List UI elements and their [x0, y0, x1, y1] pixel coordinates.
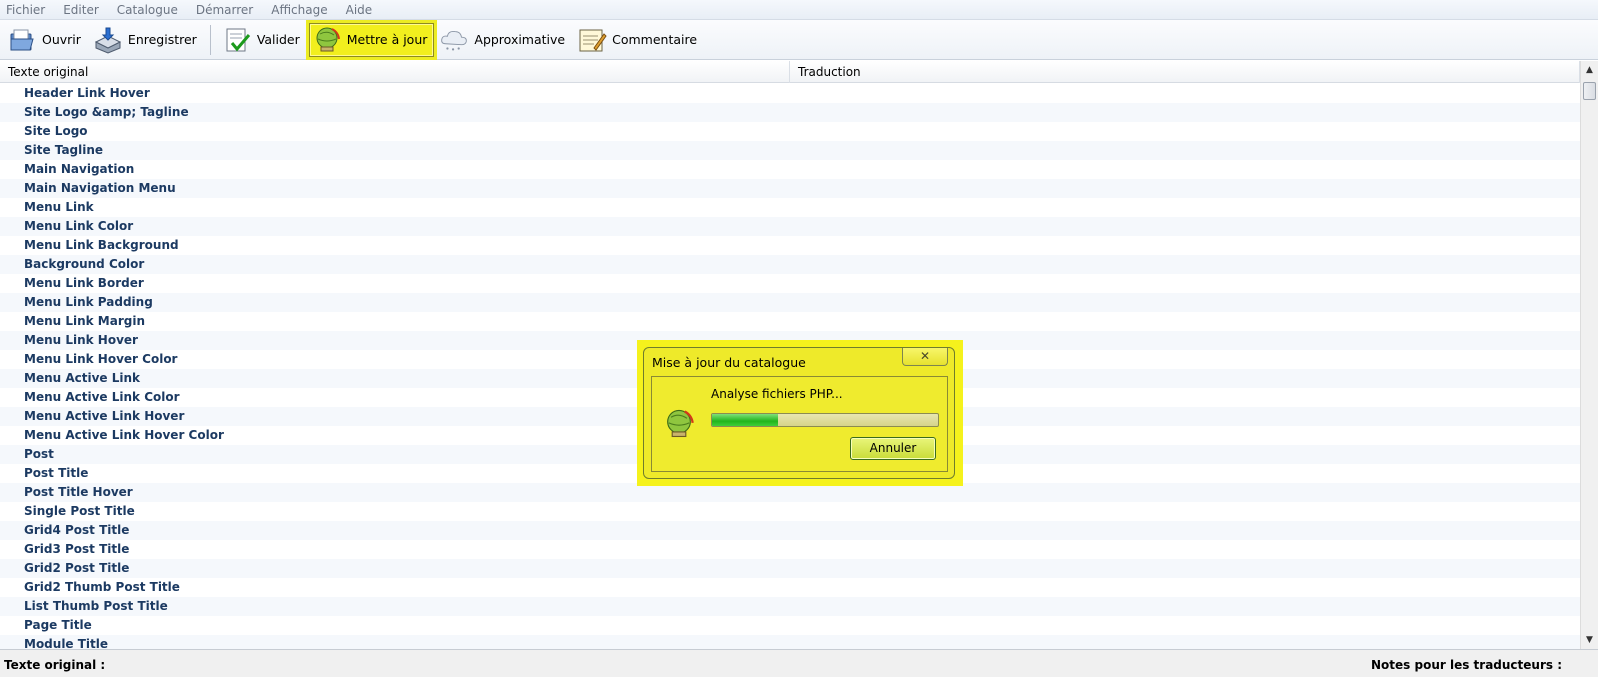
update-label: Mettre à jour [346, 32, 428, 47]
list-item[interactable]: Site Tagline [0, 141, 1580, 160]
update-catalog-dialog: Mise à jour du catalogue ✕ Analyse fichi… [643, 347, 955, 479]
menu-editer[interactable]: Editer [61, 3, 101, 17]
list-item[interactable]: Menu Link Border [0, 274, 1580, 293]
list-item[interactable]: Menu Link Margin [0, 312, 1580, 331]
list-item[interactable]: Header Link Hover [0, 84, 1580, 103]
list-item[interactable]: Background Color [0, 255, 1580, 274]
menu-bar: Fichier Editer Catalogue Démarrer Affich… [0, 0, 1598, 20]
vertical-scrollbar[interactable]: ▲ ▼ [1580, 61, 1598, 649]
progress-bar [711, 413, 939, 427]
column-header-translation[interactable]: Traduction [790, 61, 1580, 83]
list-item[interactable]: Grid4 Post Title [0, 521, 1580, 540]
scroll-down-icon[interactable]: ▼ [1581, 631, 1598, 649]
toolbar-separator [209, 24, 211, 55]
list-item[interactable]: Grid3 Post Title [0, 540, 1580, 559]
column-header-original[interactable]: Texte original [0, 61, 790, 83]
list-item[interactable]: Single Post Title [0, 502, 1580, 521]
list-item[interactable]: Grid2 Post Title [0, 559, 1580, 578]
save-button[interactable]: Enregistrer [90, 23, 204, 57]
status-original-label: Texte original : [4, 658, 106, 672]
folder-open-icon [7, 25, 37, 55]
validate-label: Valider [256, 32, 300, 47]
fuzzy-cloud-icon [439, 25, 469, 55]
open-label: Ouvrir [42, 32, 81, 47]
dialog-title: Mise à jour du catalogue [652, 355, 806, 370]
scroll-up-icon[interactable]: ▲ [1581, 61, 1598, 79]
update-button[interactable]: Mettre à jour [305, 19, 438, 60]
validate-check-icon [222, 25, 252, 55]
list-item[interactable]: Main Navigation Menu [0, 179, 1580, 198]
list-item[interactable]: Menu Link Color [0, 217, 1580, 236]
menu-fichier[interactable]: Fichier [4, 3, 47, 17]
list-item[interactable]: List Thumb Post Title [0, 597, 1580, 616]
fuzzy-label: Approximative [474, 32, 566, 47]
fuzzy-button[interactable]: Approximative [436, 23, 572, 57]
save-disk-icon [93, 25, 123, 55]
save-label: Enregistrer [127, 32, 197, 47]
menu-affichage[interactable]: Affichage [269, 3, 329, 17]
list-item[interactable]: Site Logo &amp; Tagline [0, 103, 1580, 122]
list-item[interactable]: Menu Link Background [0, 236, 1580, 255]
list-item[interactable]: Menu Link Padding [0, 293, 1580, 312]
list-header: Texte original Traduction [0, 61, 1580, 83]
progress-fill [712, 414, 778, 426]
update-globe-icon [662, 407, 696, 441]
open-button[interactable]: Ouvrir [4, 23, 88, 57]
status-notes-label: Notes pour les traducteurs : [1371, 658, 1562, 672]
dialog-body: Analyse fichiers PHP... Annuler [651, 376, 948, 472]
comment-notepad-icon [577, 25, 607, 55]
list-item[interactable]: Grid2 Thumb Post Title [0, 578, 1580, 597]
list-item[interactable]: Page Title [0, 616, 1580, 635]
menu-demarrer[interactable]: Démarrer [194, 3, 255, 17]
list-item[interactable]: Menu Link [0, 198, 1580, 217]
list-item[interactable]: Site Logo [0, 122, 1580, 141]
list-item[interactable]: Module Title [0, 635, 1580, 649]
validate-button[interactable]: Valider [219, 23, 307, 57]
cancel-button[interactable]: Annuler [850, 437, 936, 460]
status-bar: Texte original : Notes pour les traducte… [0, 649, 1598, 677]
toolbar: Ouvrir Enregistrer Valider Mettre à jour… [0, 19, 1598, 60]
close-icon[interactable]: ✕ [902, 348, 948, 366]
menu-catalogue[interactable]: Catalogue [115, 3, 180, 17]
list-item[interactable]: Main Navigation [0, 160, 1580, 179]
update-globe-icon [312, 25, 342, 55]
dialog-message: Analyse fichiers PHP... [711, 387, 843, 401]
comment-label: Commentaire [612, 32, 698, 47]
menu-aide[interactable]: Aide [344, 3, 375, 17]
comment-button[interactable]: Commentaire [574, 23, 704, 57]
scrollbar-thumb[interactable] [1583, 82, 1596, 100]
